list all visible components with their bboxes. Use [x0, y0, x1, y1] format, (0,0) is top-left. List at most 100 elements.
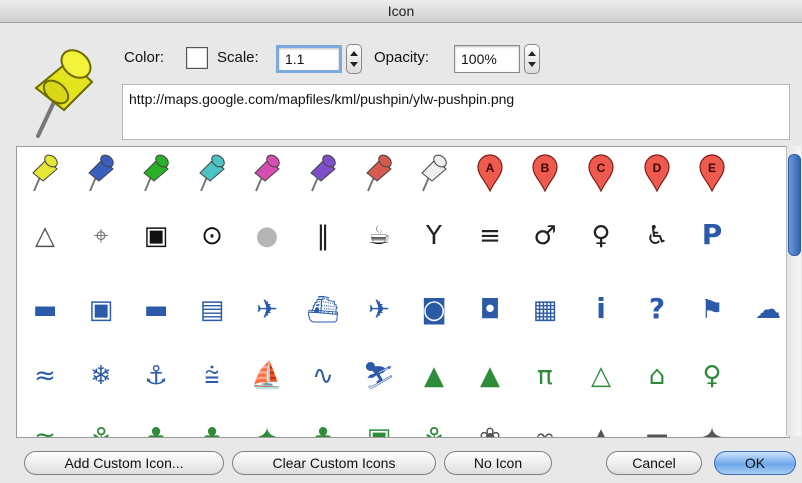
ranger-station-icon[interactable]: ⌂	[637, 353, 677, 397]
parking-icon[interactable]: P	[692, 213, 732, 257]
svg-text:♀: ♀	[702, 361, 721, 391]
help-icon[interactable]: ?	[637, 287, 677, 331]
svg-text:∞: ∞	[534, 423, 556, 438]
opacity-input[interactable]: 100%	[454, 45, 520, 73]
purple-pushpin-icon[interactable]	[303, 151, 343, 195]
svg-text:π: π	[537, 361, 553, 391]
partial-icon-10[interactable]: ∞	[525, 415, 565, 438]
icon-grid[interactable]: A B C D E △ ⌖ ▣ ⊙ ● ‖ ☕ Y ≡ ♂ ♀ ♿ P ▬ ▣ ▬ ▤ ✈ ⛴ ✈ ◙ ◘ ▦ i? ⚑ ☁ ≈ ❄ ⚓ ⩭ ⛵ ∿ ⛷ ▲…	[16, 146, 790, 438]
campfire-icon[interactable]: ▲	[470, 353, 510, 397]
partial-icon-3[interactable]: ♣	[136, 415, 176, 437]
svg-text:◙: ◙	[421, 295, 446, 325]
svg-text:▤: ▤	[200, 295, 225, 325]
scale-input[interactable]: 1.1	[276, 45, 342, 73]
svg-text:≈: ≈	[34, 423, 56, 438]
tram-icon[interactable]: ◘	[470, 287, 510, 331]
sailing-icon[interactable]: ⛵	[247, 353, 287, 397]
marker-e-icon[interactable]: E	[692, 151, 732, 195]
airport-icon[interactable]: ✈	[247, 287, 287, 331]
scrollbar-thumb[interactable]	[788, 154, 801, 256]
blue-pushpin-icon[interactable]	[81, 151, 121, 195]
picnic-icon[interactable]: π	[525, 353, 565, 397]
cancel-button[interactable]: Cancel	[606, 451, 702, 475]
flag-icon[interactable]: ⚑	[692, 287, 732, 331]
partial-icon-9[interactable]: ❀	[470, 415, 510, 437]
swimming-icon[interactable]: ∿	[303, 353, 343, 397]
ferry-icon[interactable]: ⛴	[303, 287, 343, 331]
circle-dot-icon[interactable]: ⊙	[192, 213, 232, 257]
snowflake-icon[interactable]: ❄	[81, 353, 121, 397]
truck-icon[interactable]: ▬	[136, 287, 176, 331]
svg-text:♿: ♿	[645, 221, 668, 251]
svg-text:⚘: ⚘	[422, 423, 445, 438]
clear-custom-icons-button[interactable]: Clear Custom Icons	[232, 451, 436, 475]
toilets-icon[interactable]: ♀	[692, 353, 732, 397]
partial-icon-5[interactable]: ✦	[247, 415, 287, 437]
red-pushpin-icon[interactable]	[359, 151, 399, 195]
coffee-icon[interactable]: ☕	[359, 213, 399, 257]
skiing-icon[interactable]: ⛷	[359, 353, 399, 397]
square-dot-icon[interactable]: ▣	[136, 213, 176, 257]
svg-text:☁: ☁	[755, 295, 781, 325]
partial-icon-13[interactable]: ✦	[692, 415, 732, 438]
target-dotted-icon[interactable]: ⌖	[81, 213, 121, 257]
partial-icon-12[interactable]: ▬	[637, 415, 677, 437]
opacity-stepper[interactable]	[524, 44, 540, 74]
svg-text:✦: ✦	[701, 423, 723, 438]
tree-icon[interactable]: ▲	[414, 353, 454, 397]
marker-b-icon[interactable]: B	[525, 151, 565, 195]
svg-text:▣: ▣	[89, 295, 114, 325]
marker-c-icon[interactable]: C	[581, 151, 621, 195]
svg-text:●: ●	[256, 221, 279, 251]
info-icon[interactable]: i	[581, 287, 621, 331]
stepper-down-icon	[528, 62, 536, 67]
partial-icon-7[interactable]: ▣	[359, 415, 399, 437]
green-pushpin-icon[interactable]	[136, 151, 176, 195]
man-icon[interactable]: ♂	[525, 213, 565, 257]
svg-text:C: C	[597, 161, 606, 175]
partial-icon-11[interactable]: ▲	[581, 415, 621, 437]
taxi-icon[interactable]: ▬	[25, 287, 65, 331]
color-label: Color:	[124, 49, 165, 66]
pink-pushpin-icon[interactable]	[247, 151, 287, 195]
partial-icon-2[interactable]: ⚘	[81, 415, 121, 437]
ok-button[interactable]: OK	[714, 451, 796, 475]
heliport-icon[interactable]: ✈	[359, 287, 399, 331]
white-pushpin-icon[interactable]	[414, 151, 454, 195]
svg-text:?: ?	[649, 292, 665, 325]
wheelchair-icon[interactable]: ♿	[637, 213, 677, 257]
svg-text:✈: ✈	[368, 295, 390, 325]
gray-dot-icon[interactable]: ●	[247, 213, 287, 257]
partial-icon-6[interactable]: ♣	[303, 415, 343, 437]
color-swatch[interactable]	[186, 47, 208, 69]
snow-shower-icon[interactable]: ☁	[748, 287, 788, 331]
scale-stepper[interactable]	[346, 44, 362, 74]
light-blue-pushpin-icon[interactable]	[192, 151, 232, 195]
rail-icon[interactable]: ▤	[192, 287, 232, 331]
dining-icon[interactable]: ‖	[303, 213, 343, 257]
partial-icon-8[interactable]: ⚘	[414, 415, 454, 438]
triangle-icon[interactable]: △	[25, 213, 65, 257]
anchor-icon[interactable]: ⚓	[136, 353, 176, 397]
icon-url-field[interactable]: http://maps.google.com/mapfiles/kml/push…	[122, 84, 790, 140]
marker-d-icon[interactable]: D	[637, 151, 677, 195]
svg-text:⌖: ⌖	[94, 221, 109, 251]
bar-icon[interactable]: Y	[414, 213, 454, 257]
campground-icon[interactable]: △	[581, 353, 621, 397]
fishing-icon[interactable]: ⩭	[192, 353, 232, 397]
woman-icon[interactable]: ♀	[581, 213, 621, 257]
subway-icon[interactable]: ◙	[414, 287, 454, 331]
add-custom-icon-button[interactable]: Add Custom Icon...	[24, 451, 224, 475]
no-icon-button[interactable]: No Icon	[444, 451, 552, 475]
yellow-pushpin-icon[interactable]	[25, 151, 65, 195]
partial-icon-1[interactable]: ≈	[25, 415, 65, 438]
water-icon[interactable]: ≈	[25, 353, 65, 397]
svg-text:⚓: ⚓	[144, 361, 167, 391]
marker-a-icon[interactable]: A	[470, 151, 510, 195]
partial-icon-4[interactable]: ♣	[192, 415, 232, 437]
bus-icon[interactable]: ▣	[81, 287, 121, 331]
stepper-down-icon	[350, 62, 358, 67]
cable-car-icon[interactable]: ▦	[525, 287, 565, 331]
vertical-scrollbar[interactable]	[786, 146, 801, 436]
snack-bar-icon[interactable]: ≡	[470, 213, 510, 257]
